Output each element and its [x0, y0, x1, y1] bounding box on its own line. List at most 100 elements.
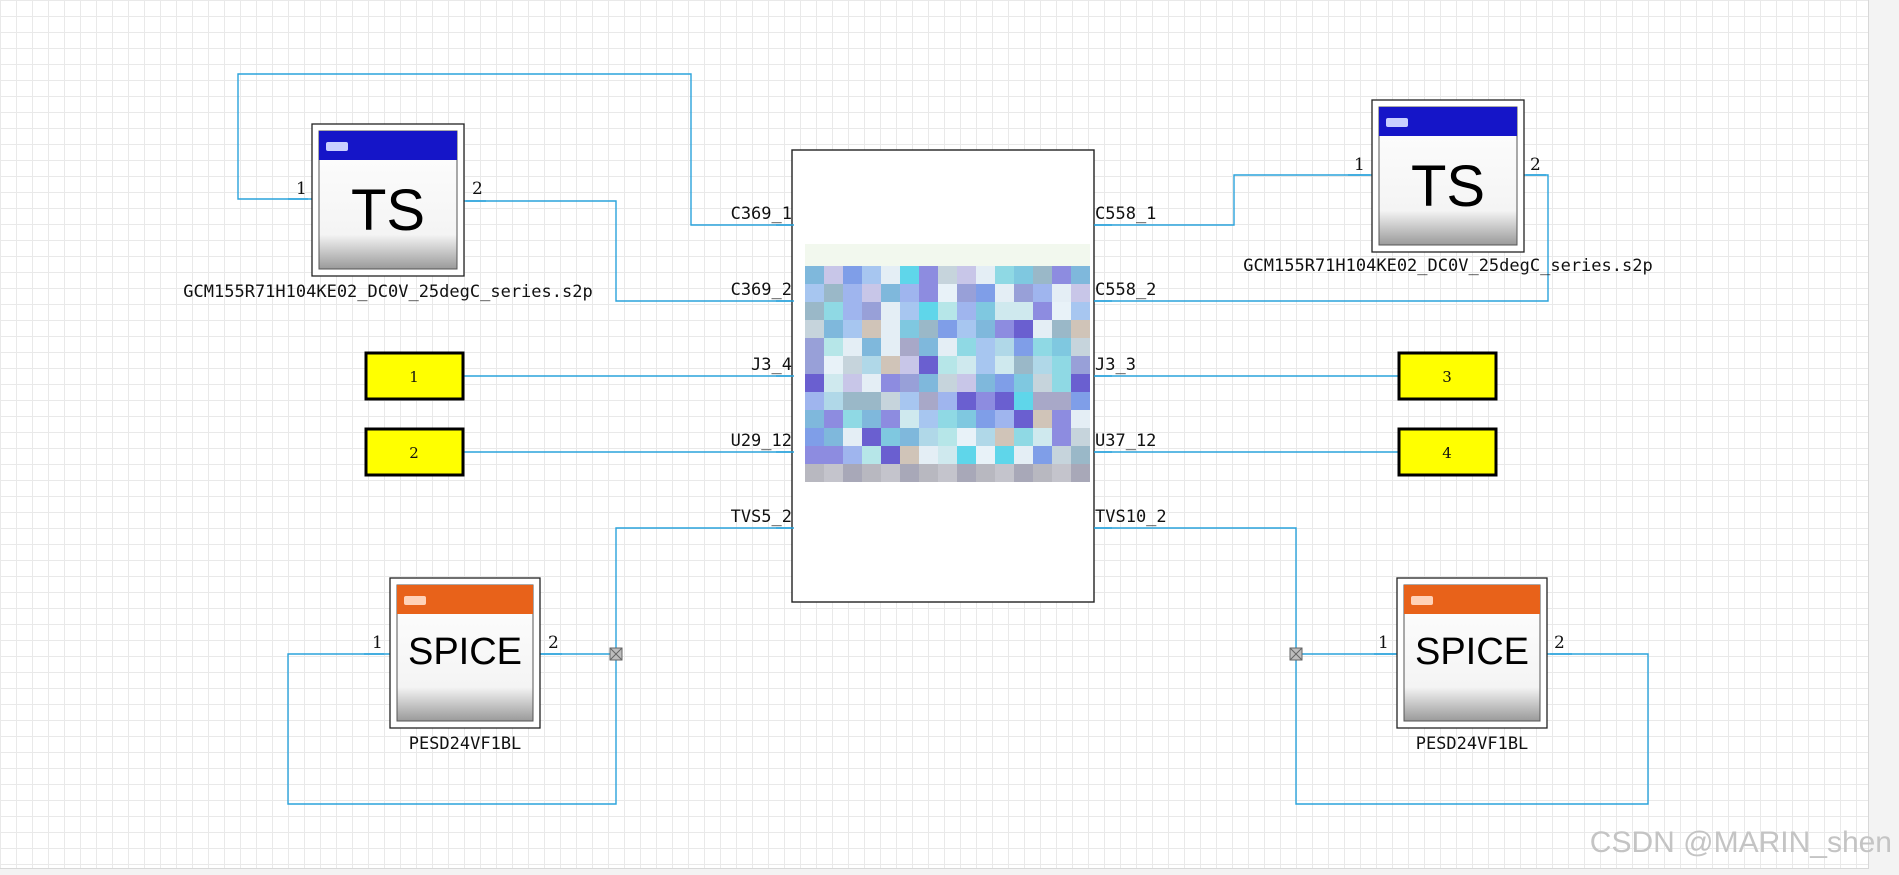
mosaic-cell — [1014, 302, 1033, 320]
mosaic-cell — [919, 446, 938, 464]
ts-block-right[interactable]: TS 1 2 GCM155R71H104KE02_DC0V_25degC_ser… — [1243, 99, 1653, 276]
spice-block-left[interactable]: SPICE 1 2 PESD24VF1BL — [364, 577, 562, 754]
ts-right-pin2-label: 2 — [1530, 155, 1541, 175]
mosaic-cell — [919, 302, 938, 320]
mosaic-cell — [1014, 338, 1033, 356]
mosaic-cell — [862, 356, 881, 374]
ts-right-name: GCM155R71H104KE02_DC0V_25degC_series.s2p — [1243, 256, 1652, 276]
spice-right-pin1-label: 1 — [1378, 633, 1389, 653]
mosaic-cell — [881, 392, 900, 410]
mosaic-cell — [1052, 284, 1071, 302]
mosaic-cell — [881, 320, 900, 338]
mosaic-cell — [805, 410, 824, 428]
ts-right-window-icon — [1386, 118, 1408, 127]
mosaic-cell — [919, 284, 938, 302]
mosaic-cell — [957, 392, 976, 410]
wire-tvs5[interactable] — [615, 527, 794, 654]
mosaic-cell — [881, 464, 900, 482]
ts-block-left[interactable]: TS 1 2 GCM155R71H104KE02_DC0V_25degC_ser… — [183, 123, 593, 302]
mosaic-cell — [900, 356, 919, 374]
port-2[interactable]: 2 — [364, 427, 465, 477]
mosaic-cell — [995, 266, 1014, 284]
mosaic-cell — [805, 356, 824, 374]
port-4[interactable]: 4 — [1397, 427, 1498, 477]
port-3[interactable]: 3 — [1397, 351, 1498, 401]
mosaic-cell — [900, 338, 919, 356]
mosaic-cell — [881, 266, 900, 284]
mosaic-cell — [995, 446, 1014, 464]
mosaic-cell — [805, 392, 824, 410]
board-block[interactable]: C369_1 C369_2 J3_4 U29_12 TVS5_2 C558_1 … — [731, 149, 1167, 603]
mosaic-cell — [938, 356, 957, 374]
mosaic-cell — [843, 464, 862, 482]
port-1-label: 1 — [409, 368, 419, 386]
mosaic-cell — [938, 266, 957, 284]
mosaic-cell — [976, 374, 995, 392]
mosaic-cell — [1014, 446, 1033, 464]
mosaic-cell — [862, 464, 881, 482]
mosaic-cell — [919, 410, 938, 428]
board-pin-left-1: C369_2 — [731, 280, 792, 300]
mosaic-cell — [938, 464, 957, 482]
mosaic-cell — [919, 374, 938, 392]
board-pin-right-4: TVS10_2 — [1095, 507, 1167, 527]
mosaic-cell — [824, 428, 843, 446]
mosaic-cell — [1014, 356, 1033, 374]
mosaic-cell — [1071, 410, 1090, 428]
mosaic-cell — [995, 374, 1014, 392]
mosaic-cell — [976, 338, 995, 356]
mosaic-cell — [938, 428, 957, 446]
mosaic-cell — [900, 284, 919, 302]
board-pin-left-0: C369_1 — [731, 204, 792, 224]
mosaic-cell — [995, 320, 1014, 338]
mosaic-cell — [957, 338, 976, 356]
board-pin-left-2: J3_4 — [751, 355, 792, 375]
mosaic-cell — [995, 356, 1014, 374]
mosaic-cell — [843, 446, 862, 464]
mosaic-cell — [957, 284, 976, 302]
mosaic-cell — [919, 428, 938, 446]
mosaic-cell — [805, 320, 824, 338]
mosaic-cell — [1033, 320, 1052, 338]
mosaic-cell — [1033, 284, 1052, 302]
mosaic-top-band — [805, 244, 1090, 266]
mosaic-cell — [881, 428, 900, 446]
wire-tvs10[interactable] — [1094, 527, 1297, 654]
mosaic-cell — [1014, 374, 1033, 392]
mosaic-cell — [1033, 446, 1052, 464]
port-3-label: 3 — [1442, 368, 1452, 386]
mosaic-cell — [919, 266, 938, 284]
mosaic-cell — [976, 410, 995, 428]
mosaic-cell — [1033, 410, 1052, 428]
mosaic-cell — [805, 266, 824, 284]
mosaic-cell — [976, 392, 995, 410]
mosaic-cell — [900, 392, 919, 410]
mosaic-cell — [862, 410, 881, 428]
mosaic-cell — [862, 428, 881, 446]
mosaic-cell — [1071, 266, 1090, 284]
mosaic-cell — [957, 266, 976, 284]
port-2-label: 2 — [409, 444, 419, 462]
mosaic-cell — [900, 446, 919, 464]
mosaic-cell — [919, 356, 938, 374]
mosaic-cell — [843, 410, 862, 428]
mosaic-cell — [1014, 428, 1033, 446]
port-1[interactable]: 1 — [364, 351, 465, 401]
mosaic-cell — [824, 392, 843, 410]
mosaic-cell — [957, 320, 976, 338]
mosaic-cell — [843, 356, 862, 374]
board-pin-right-3: U37_12 — [1095, 431, 1156, 451]
mosaic-cell — [824, 410, 843, 428]
mosaic-cell — [881, 356, 900, 374]
spice-block-right[interactable]: SPICE 1 2 PESD24VF1BL — [1374, 577, 1572, 754]
mosaic-cell — [1071, 320, 1090, 338]
spice-left-glyph: SPICE — [408, 631, 522, 673]
mosaic-cell — [824, 320, 843, 338]
mosaic-cell — [862, 392, 881, 410]
mosaic-cell — [957, 302, 976, 320]
mosaic-cell — [1052, 356, 1071, 374]
mosaic-cell — [843, 266, 862, 284]
mosaic-cell — [824, 284, 843, 302]
mosaic-cell — [976, 446, 995, 464]
mosaic-cell — [938, 302, 957, 320]
